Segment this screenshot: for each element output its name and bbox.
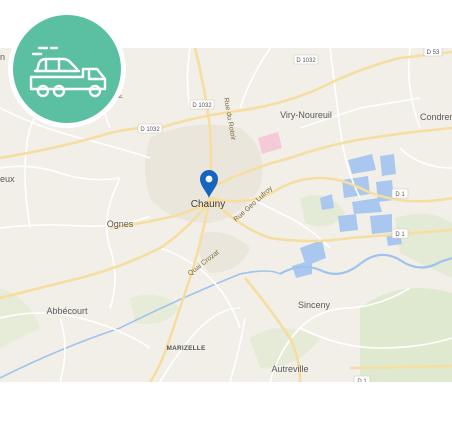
badge-circle	[13, 15, 121, 123]
place-label-condren: Condren	[420, 112, 452, 122]
place-label-autreville: Autreville	[271, 364, 308, 374]
road-shield-d1032-a: D 1032	[192, 103, 212, 109]
place-label-marizelle: MARIZELLE	[167, 345, 206, 352]
place-label-sinceny: Sinceny	[298, 300, 331, 310]
place-label-partial-eux: eux	[0, 174, 15, 184]
road-shield-d1-b: D 1	[395, 232, 405, 238]
place-label-chauny: Chauny	[191, 199, 225, 210]
road-shield-d1-a: D 1	[395, 192, 405, 198]
place-label-abbecourt: Abbécourt	[46, 306, 88, 316]
place-label-ognes: Ognes	[107, 219, 134, 229]
tow-truck-icon	[29, 46, 107, 98]
road-shield-d53: D 53	[427, 50, 440, 56]
place-label-viry-noureuil: Viry-Noureuil	[280, 110, 332, 120]
place-label-partial-n: n	[0, 52, 5, 62]
road-shield-d1-c: D 1	[357, 379, 367, 382]
road-shield-d1032-b: D 1032	[140, 127, 160, 133]
service-badge	[8, 10, 126, 128]
road-shield-d1032-c: D 1032	[296, 58, 316, 64]
